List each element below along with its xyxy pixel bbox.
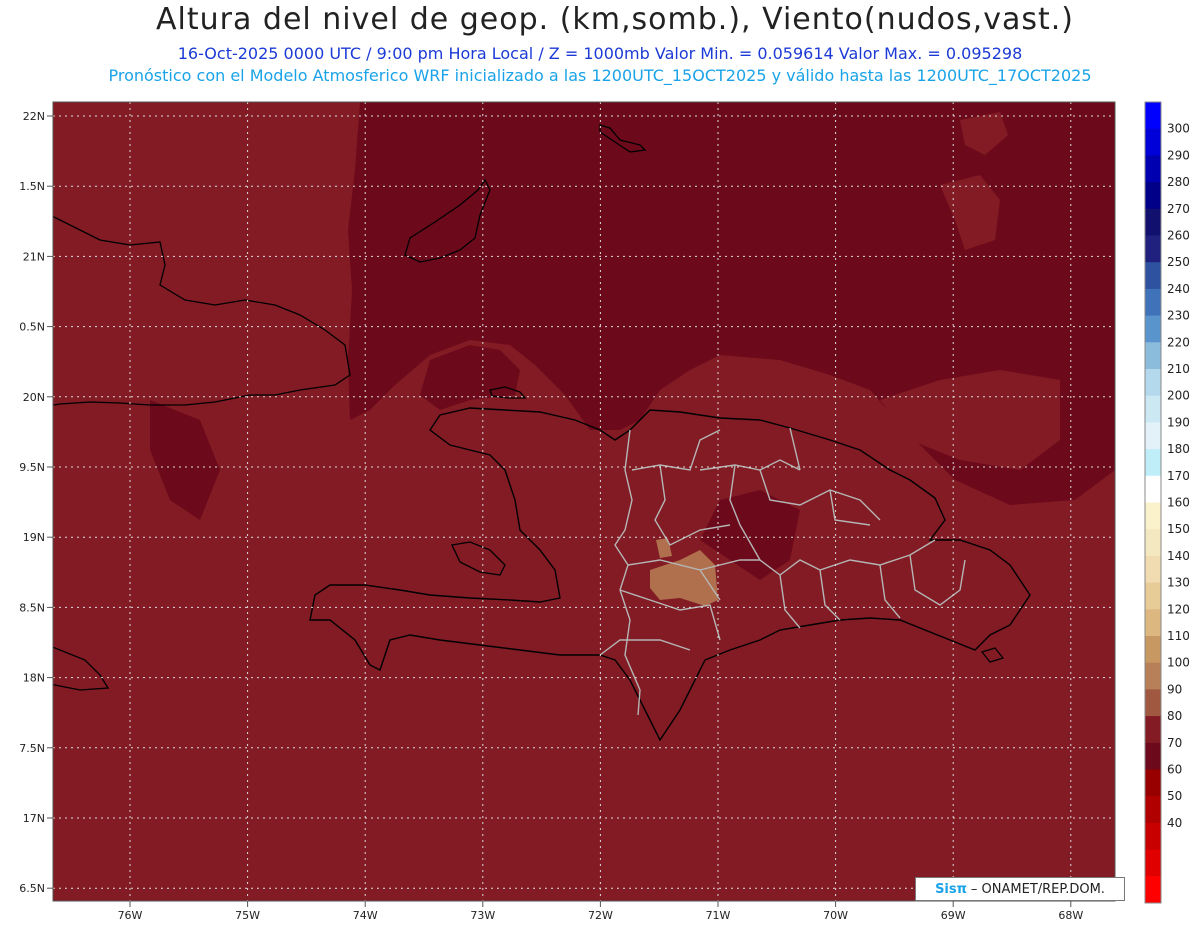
colorbar-swatch — [1145, 555, 1161, 584]
colorbar-label: 210 — [1167, 362, 1190, 376]
colorbar-swatch — [1145, 395, 1161, 423]
colorbar-label: 90 — [1167, 682, 1182, 696]
colorbar-label: 200 — [1167, 389, 1190, 403]
colorbar-swatch — [1145, 716, 1161, 744]
map-title: Altura del nivel de geop. (km,somb.), Vi… — [156, 2, 1074, 37]
colorbar-swatch — [1145, 876, 1161, 904]
colorbar-swatch — [1145, 288, 1161, 317]
forecast-map: 22N 1.5N 21N 0.5N 20N 9.5N 19N 8.5N 18N 7.5N 17N 6.… — [19, 101, 1190, 922]
lat-label: 19N — [23, 531, 45, 544]
colorbar-swatch — [1145, 155, 1161, 183]
colorbar-swatch — [1145, 689, 1161, 717]
colorbar-label: 50 — [1167, 789, 1182, 803]
lon-label: 76W — [118, 909, 143, 922]
colorbar-labels: 300 290 280 270 260 250 240 230 220 210 200 190 180 1… — [1167, 122, 1190, 830]
colorbar-swatch — [1145, 422, 1161, 450]
model-info: Pronóstico con el Modelo Atmosferico WRF… — [108, 66, 1092, 85]
lat-label: 17N — [23, 812, 45, 825]
colorbar-label: 270 — [1167, 202, 1190, 216]
colorbar-swatch — [1145, 449, 1161, 477]
colorbar-swatch — [1145, 742, 1161, 770]
colorbar-swatch — [1145, 475, 1161, 503]
colorbar-swatch — [1145, 235, 1161, 263]
colorbar-swatch — [1145, 529, 1161, 557]
lon-label: 74W — [353, 909, 378, 922]
lat-label: 22N — [23, 110, 45, 123]
colorbar-label: 120 — [1167, 602, 1190, 616]
colorbar-swatch — [1145, 128, 1161, 156]
colorbar-swatch — [1145, 796, 1161, 824]
colorbar-swatch — [1145, 102, 1161, 130]
colorbar-swatch — [1145, 849, 1161, 877]
forecast-time-info: 16-Oct-2025 0000 UTC / 9:00 pm Hora Loca… — [177, 44, 1023, 63]
colorbar-label: 160 — [1167, 496, 1190, 510]
colorbar-swatch — [1145, 636, 1161, 664]
latitude-labels: 22N 1.5N 21N 0.5N 20N 9.5N 19N 8.5N 18N 7.5N 17N 6.… — [19, 110, 45, 895]
lat-label: 6.5N — [19, 882, 45, 895]
colorbar-label: 230 — [1167, 309, 1190, 323]
credit-text: – ONAMET/REP.DOM. — [970, 881, 1105, 897]
colorbar-swatch — [1145, 822, 1161, 851]
colorbar-label: 170 — [1167, 469, 1190, 483]
colorbar-label: 110 — [1167, 629, 1190, 643]
colorbar-swatch — [1145, 342, 1161, 370]
colorbar-label: 60 — [1167, 763, 1182, 777]
colorbar-swatch — [1145, 315, 1161, 343]
colorbar-label: 220 — [1167, 335, 1190, 349]
colorbar-label: 290 — [1167, 148, 1190, 162]
colorbar-label: 40 — [1167, 816, 1182, 830]
colorbar-label: 260 — [1167, 229, 1190, 243]
colorbar-label: 130 — [1167, 576, 1190, 590]
lon-label: 68W — [1058, 909, 1083, 922]
colorbar-swatch — [1145, 502, 1161, 530]
colorbar-swatch — [1145, 609, 1161, 637]
lon-label: 72W — [588, 909, 613, 922]
longitude-labels: 76W 75W 74W 73W 72W 71W 70W 69W 68W — [118, 909, 1084, 922]
colorbar-label: 280 — [1167, 175, 1190, 189]
lat-label: 21N — [23, 250, 45, 263]
colorbar-swatch — [1145, 769, 1161, 797]
lat-label: 20N — [23, 391, 45, 404]
lat-label: 7.5N — [19, 742, 45, 755]
lat-label: 0.5N — [19, 321, 45, 334]
colorbar-label: 100 — [1167, 656, 1190, 670]
colorbar-label: 70 — [1167, 736, 1182, 750]
colorbar-label: 140 — [1167, 549, 1190, 563]
colorbar-label: 240 — [1167, 282, 1190, 296]
lon-label: 69W — [941, 909, 966, 922]
sispi-logo: Sisπ — [935, 881, 967, 897]
colorbar-label: 300 — [1167, 122, 1190, 136]
lon-label: 75W — [235, 909, 260, 922]
colorbar-swatch — [1145, 262, 1161, 290]
lat-label: 9.5N — [19, 461, 45, 474]
colorbar-label: 180 — [1167, 442, 1190, 456]
colorbar-swatch — [1145, 662, 1161, 690]
colorbar-label: 150 — [1167, 522, 1190, 536]
colorbar-swatch — [1145, 582, 1161, 610]
colorbar-swatch — [1145, 369, 1161, 397]
colorbar-label: 190 — [1167, 415, 1190, 429]
colorbar-label: 250 — [1167, 255, 1190, 269]
colorbar-label: 80 — [1167, 709, 1182, 723]
lon-label: 73W — [470, 909, 495, 922]
lat-label: 18N — [23, 672, 45, 685]
lon-label: 70W — [823, 909, 848, 922]
colorbar — [1144, 101, 1162, 904]
colorbar-swatch — [1145, 208, 1161, 236]
colorbar-swatch — [1145, 182, 1161, 210]
credit-box: Sisπ – ONAMET/REP.DOM. — [915, 877, 1125, 901]
lat-label: 8.5N — [19, 601, 45, 614]
lon-label: 71W — [706, 909, 731, 922]
lat-label: 1.5N — [19, 180, 45, 193]
